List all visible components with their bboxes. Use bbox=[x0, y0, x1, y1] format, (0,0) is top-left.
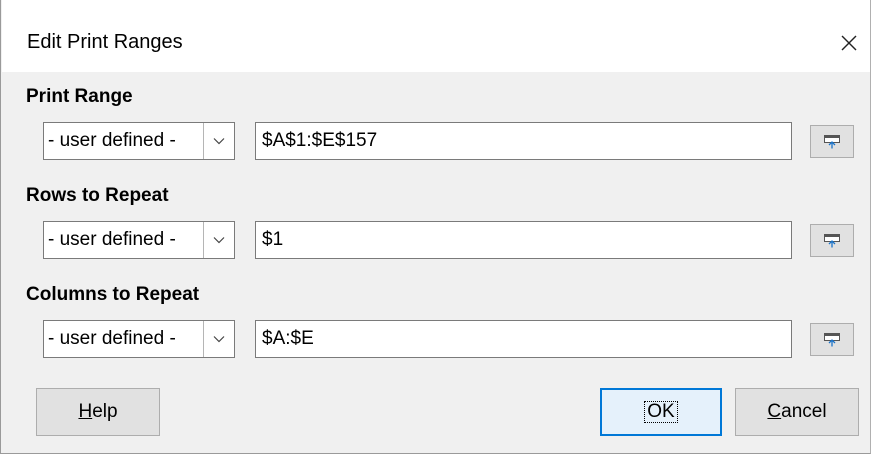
shrink-dialog-icon bbox=[824, 233, 840, 247]
columns-to-repeat-label: Columns to Repeat bbox=[26, 284, 200, 305]
rows-to-repeat-field[interactable]: $1 bbox=[255, 221, 792, 259]
close-icon bbox=[841, 35, 857, 51]
rows-to-repeat-label: Rows to Repeat bbox=[26, 185, 169, 206]
print-range-combo[interactable]: - user defined - bbox=[43, 122, 235, 160]
cancel-button-label: Cancel bbox=[767, 401, 827, 422]
chevron-down-icon bbox=[213, 138, 225, 145]
help-button-label: Help bbox=[78, 401, 118, 422]
columns-to-repeat-combo-value: - user defined - bbox=[48, 328, 176, 349]
print-range-label: Print Range bbox=[26, 86, 133, 107]
columns-to-repeat-dropdown-button[interactable] bbox=[203, 321, 234, 357]
print-range-dropdown-button[interactable] bbox=[203, 123, 234, 159]
chevron-down-icon bbox=[213, 237, 225, 244]
print-range-shrink-button[interactable] bbox=[810, 125, 854, 158]
print-range-combo-value: - user defined - bbox=[48, 130, 176, 151]
dialog-window: Edit Print Ranges Print Range - user def… bbox=[0, 0, 871, 454]
help-button[interactable]: Help bbox=[36, 388, 160, 436]
close-button[interactable] bbox=[832, 26, 866, 60]
shrink-dialog-icon bbox=[824, 332, 840, 346]
rows-to-repeat-dropdown-button[interactable] bbox=[203, 222, 234, 258]
ok-button[interactable]: OK bbox=[600, 388, 722, 436]
dialog-title: Edit Print Ranges bbox=[27, 31, 183, 53]
chevron-down-icon bbox=[213, 336, 225, 343]
columns-to-repeat-field[interactable]: $A:$E bbox=[255, 320, 792, 358]
print-range-field[interactable]: $A$1:$E$157 bbox=[255, 122, 792, 160]
columns-to-repeat-shrink-button[interactable] bbox=[810, 323, 854, 356]
columns-to-repeat-combo[interactable]: - user defined - bbox=[43, 320, 235, 358]
rows-to-repeat-combo-value: - user defined - bbox=[48, 229, 176, 250]
cancel-button[interactable]: Cancel bbox=[735, 388, 859, 436]
shrink-dialog-icon bbox=[824, 134, 840, 148]
rows-to-repeat-combo[interactable]: - user defined - bbox=[43, 221, 235, 259]
ok-button-label: OK bbox=[644, 401, 678, 423]
rows-to-repeat-shrink-button[interactable] bbox=[810, 224, 854, 257]
